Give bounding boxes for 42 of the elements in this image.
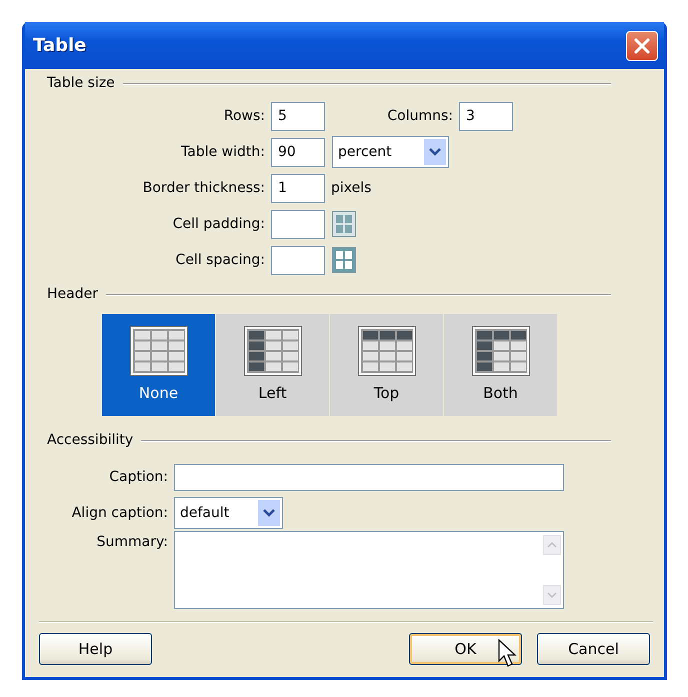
- summary-field[interactable]: [174, 531, 564, 609]
- cursor-icon: [498, 639, 518, 669]
- header-option[interactable]: Left: [216, 314, 329, 416]
- cell-spacing-field[interactable]: [271, 246, 325, 274]
- table-icon: [244, 326, 302, 376]
- field-label: Table width:: [180, 142, 266, 162]
- close-button[interactable]: [626, 30, 658, 60]
- dialog-button[interactable]: Cancel: [537, 633, 650, 665]
- table-icon: [358, 326, 416, 376]
- header-option[interactable]: Both: [444, 314, 557, 416]
- header-option[interactable]: None: [102, 314, 215, 416]
- close-icon: [632, 36, 652, 56]
- section-heading: Accessibility: [47, 431, 134, 450]
- field-label: Caption:: [108, 468, 169, 486]
- table-width-field[interactable]: 90: [271, 138, 325, 166]
- window-title: Table: [33, 34, 86, 58]
- border-field[interactable]: 1: [271, 174, 325, 202]
- dialog-button[interactable]: Help: [39, 633, 152, 665]
- dialog-button[interactable]: OK: [409, 633, 522, 665]
- header-option[interactable]: Top: [330, 314, 443, 416]
- field-label: Cell spacing:: [174, 250, 266, 270]
- section-heading: Header: [47, 285, 98, 304]
- field-label: Rows:: [222, 106, 266, 126]
- columns-field[interactable]: 3: [459, 102, 513, 130]
- cell-padding-icon: [332, 211, 356, 237]
- unit-label: pixels: [331, 178, 372, 198]
- rows-field[interactable]: 5: [271, 102, 325, 130]
- table-icon: [472, 326, 530, 376]
- scroll-up-button[interactable]: [543, 535, 561, 555]
- unit-dropdown[interactable]: percent: [332, 136, 449, 168]
- caption-field[interactable]: [174, 464, 564, 490]
- field-label: Border thickness:: [142, 178, 266, 198]
- field-label: Columns:: [386, 106, 454, 126]
- cell-spacing-icon: [332, 247, 356, 273]
- field-label: Cell padding:: [172, 214, 266, 234]
- section-heading: Table size: [47, 74, 115, 93]
- field-label: Align caption:: [70, 504, 169, 522]
- scroll-down-button[interactable]: [543, 585, 561, 605]
- table-icon: [130, 326, 188, 376]
- field-label: Summary:: [96, 533, 169, 552]
- cell-padding-field[interactable]: [271, 210, 325, 238]
- align-caption-dropdown[interactable]: default: [174, 497, 283, 529]
